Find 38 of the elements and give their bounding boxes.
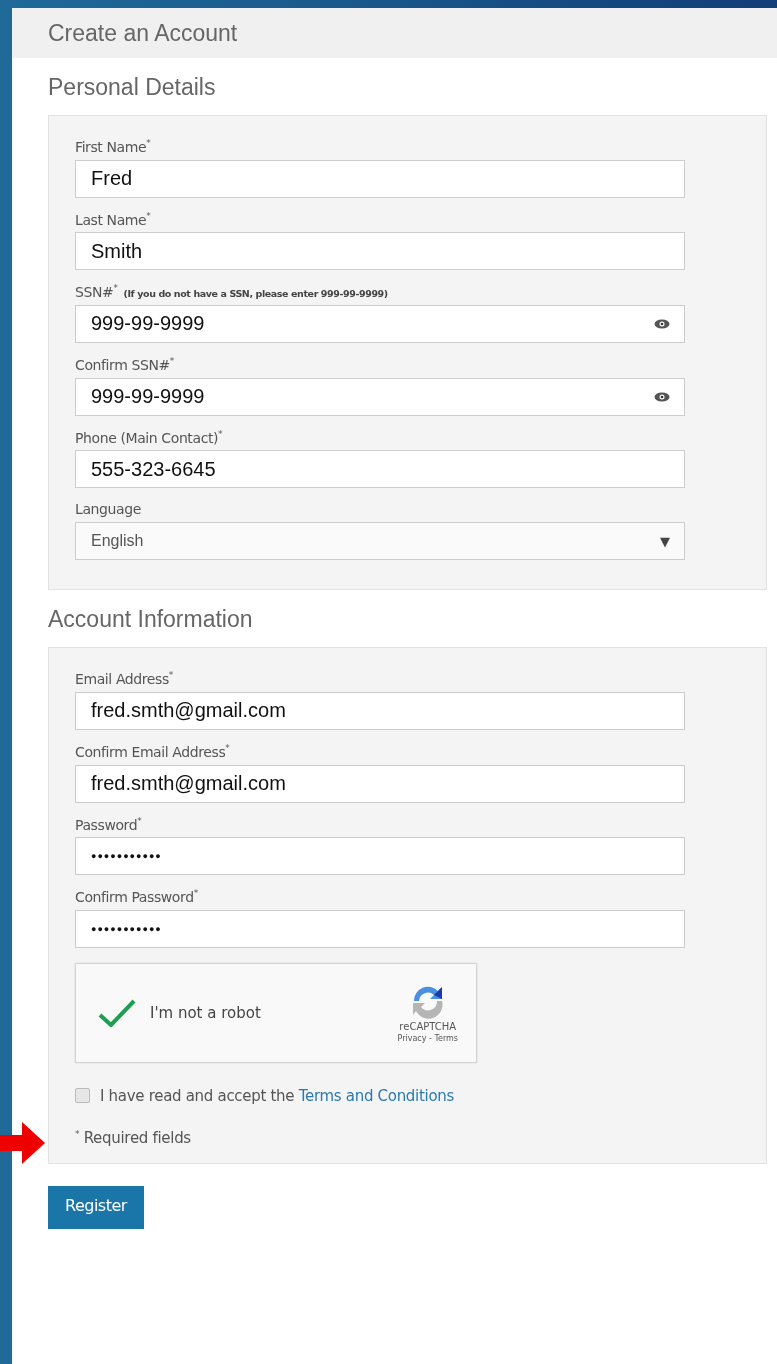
- field-label: Confirm Email Address$^{*}$: [75, 742, 230, 760]
- terms-text: I have read and accept the Terms and Conditions: [100, 1086, 454, 1105]
- terms-checkbox[interactable]: [75, 1088, 90, 1104]
- input-field[interactable]: 999-99-9999: [75, 377, 685, 416]
- section-heading: Account Information: [48, 606, 254, 634]
- input-field[interactable]: fred.smth@gmail.com: [75, 691, 685, 730]
- terms-link[interactable]: Terms and Conditions: [298, 1086, 454, 1105]
- input-field[interactable]: Smith: [75, 232, 685, 271]
- section-heading: Personal Details: [48, 74, 217, 101]
- field-label: Email Address$^{*}$: [75, 670, 173, 687]
- caret-icon: ▼: [660, 533, 670, 549]
- page-title: Create an Account: [48, 19, 238, 47]
- captcha-label: I'm not a robot: [150, 1003, 262, 1022]
- field-label: Confirm SSN#$^{*}$: [75, 355, 174, 373]
- check-icon[interactable]: [98, 998, 136, 1027]
- required-note: $^{*}$ Required fields: [75, 1128, 192, 1147]
- field-hint: (If you do not have a SSN, please enter 999-99-9999): [123, 287, 388, 299]
- field-label: Confirm Password$^{*}$: [75, 888, 198, 905]
- pointer-arrow-icon: [0, 1120, 46, 1166]
- register-button[interactable]: Register: [48, 1185, 144, 1229]
- field-label: First Name$^{*}$: [75, 138, 151, 155]
- brand-text: reCAPTCHA: [399, 1020, 457, 1032]
- input-field[interactable]: 555-323-6645: [75, 450, 685, 489]
- field-label: Language: [75, 501, 141, 518]
- input-field[interactable]: ●●●●●●●●●●●: [75, 909, 685, 948]
- eye-icon[interactable]: [654, 391, 670, 402]
- privacy-terms-link[interactable]: Privacy - Terms: [397, 1033, 458, 1043]
- field-label: Last Name$^{*}$: [75, 210, 151, 228]
- eye-icon[interactable]: [654, 318, 670, 329]
- input-field[interactable]: Fred: [75, 159, 685, 198]
- field-label: SSN#$^{*}$: [75, 283, 118, 300]
- input-field[interactable]: fred.smth@gmail.com: [75, 764, 685, 803]
- language-select[interactable]: English ▼: [75, 522, 685, 561]
- input-field[interactable]: ●●●●●●●●●●●: [75, 837, 685, 876]
- field-label: Phone (Main Contact)$^{*}$: [75, 428, 223, 446]
- input-field[interactable]: 999-99-9999: [75, 304, 685, 343]
- field-label: Password$^{*}$: [75, 815, 142, 833]
- captcha-widget[interactable]: I'm not a robot reCAPTCHA Privacy - Terms: [75, 962, 477, 1063]
